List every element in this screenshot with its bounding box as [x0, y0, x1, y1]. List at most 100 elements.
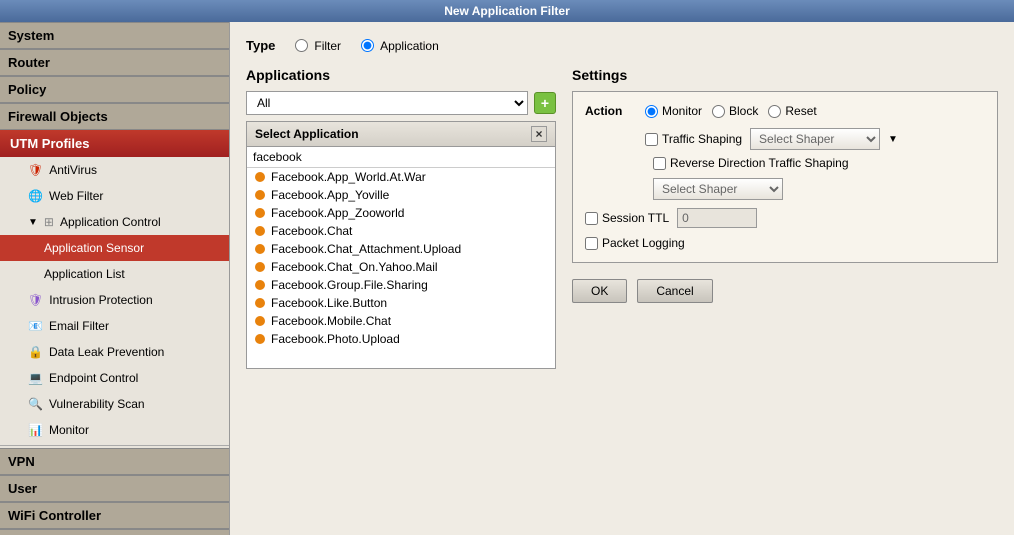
- app-dot-icon: [255, 316, 265, 326]
- monitor-option[interactable]: Monitor: [645, 104, 702, 118]
- traffic-shaping-checkbox-label[interactable]: Traffic Shaping: [645, 132, 742, 146]
- list-item[interactable]: Facebook.Chat_On.Yahoo.Mail: [247, 258, 555, 276]
- session-ttl-checkbox-label[interactable]: Session TTL: [585, 211, 669, 225]
- sidebar-item-log-report[interactable]: Log&Report: [0, 529, 229, 535]
- sidebar-item-vpn[interactable]: VPN: [0, 448, 229, 475]
- app-item-label: Facebook.Group.File.Sharing: [271, 278, 428, 292]
- popup-title: Select Application: [255, 127, 359, 141]
- monitor-radio[interactable]: [645, 105, 658, 118]
- title-bar: New Application Filter: [0, 0, 1014, 22]
- sidebar-item-monitor[interactable]: 📊 Monitor: [0, 417, 229, 443]
- block-option[interactable]: Block: [712, 104, 758, 118]
- reverse-traffic-checkbox-label[interactable]: Reverse Direction Traffic Shaping: [653, 156, 849, 170]
- session-ttl-input[interactable]: [677, 208, 757, 228]
- packet-logging-checkbox[interactable]: [585, 237, 598, 250]
- app-item-label: Facebook.Mobile.Chat: [271, 314, 391, 328]
- reset-label: Reset: [785, 104, 816, 118]
- app-list-label: Application List: [44, 267, 125, 281]
- action-radios: Monitor Block Reset: [645, 104, 817, 118]
- sidebar-item-firewall-objects[interactable]: Firewall Objects: [0, 103, 229, 130]
- antivirus-icon: 🛡: [28, 163, 43, 177]
- ok-button[interactable]: OK: [572, 279, 627, 303]
- traffic-shaping-label: Traffic Shaping: [662, 132, 742, 146]
- sidebar-item-utm-profiles[interactable]: UTM Profiles: [0, 130, 229, 157]
- two-column-layout: Applications All + Select Application ×: [246, 67, 998, 369]
- list-item[interactable]: Facebook.Chat: [247, 222, 555, 240]
- block-radio[interactable]: [712, 105, 725, 118]
- app-control-expand-icon: ▼: [28, 217, 38, 228]
- traffic-shaper-select[interactable]: Select Shaper: [750, 128, 880, 150]
- antivirus-label: AntiVirus: [49, 163, 97, 177]
- reset-option[interactable]: Reset: [768, 104, 816, 118]
- firewall-objects-label: Firewall Objects: [8, 109, 108, 124]
- packet-logging-checkbox-label[interactable]: Packet Logging: [585, 236, 685, 250]
- application-label[interactable]: Application: [380, 39, 439, 53]
- user-label: User: [8, 481, 37, 496]
- web-filter-label: Web Filter: [49, 189, 103, 203]
- list-item[interactable]: Facebook.Group.File.Sharing: [247, 276, 555, 294]
- monitor-label: Monitor: [662, 104, 702, 118]
- app-item-label: Facebook.App_Yoville: [271, 188, 389, 202]
- app-dot-icon: [255, 208, 265, 218]
- sidebar-item-app-control[interactable]: ▼ ⊞ Application Control: [0, 209, 229, 235]
- sidebar-item-wifi[interactable]: WiFi Controller: [0, 502, 229, 529]
- type-row: Type Filter Application: [246, 38, 998, 53]
- sidebar-item-vuln-scan[interactable]: 🔍 Vulnerability Scan: [0, 391, 229, 417]
- list-item[interactable]: Facebook.App_World.At.War: [247, 168, 555, 186]
- sidebar-item-router[interactable]: Router: [0, 49, 229, 76]
- footer-buttons: OK Cancel: [572, 279, 998, 303]
- sidebar-item-policy[interactable]: Policy: [0, 76, 229, 103]
- sidebar-item-antivirus[interactable]: 🛡 AntiVirus: [0, 157, 229, 183]
- settings-content: Action Monitor Block: [573, 92, 997, 262]
- cancel-button[interactable]: Cancel: [637, 279, 712, 303]
- web-filter-icon: 🌐: [28, 189, 43, 203]
- sidebar-item-intrusion[interactable]: 🛡 Intrusion Protection: [0, 287, 229, 313]
- vuln-scan-label: Vulnerability Scan: [49, 397, 145, 411]
- popup-close-button[interactable]: ×: [531, 126, 547, 142]
- sidebar-item-web-filter[interactable]: 🌐 Web Filter: [0, 183, 229, 209]
- reverse-traffic-label: Reverse Direction Traffic Shaping: [670, 156, 849, 170]
- reverse-traffic-row: Reverse Direction Traffic Shaping: [653, 156, 985, 170]
- packet-logging-row: Packet Logging: [585, 236, 985, 250]
- session-ttl-checkbox[interactable]: [585, 212, 598, 225]
- sidebar-item-data-leak[interactable]: 🔒 Data Leak Prevention: [0, 339, 229, 365]
- sidebar-item-app-list[interactable]: Application List: [0, 261, 229, 287]
- app-item-label: Facebook.Like.Button: [271, 296, 387, 310]
- list-item[interactable]: Facebook.Like.Button: [247, 294, 555, 312]
- application-radio[interactable]: [361, 39, 374, 52]
- app-dot-icon: [255, 262, 265, 272]
- settings-panel: Settings Action Monitor: [572, 67, 998, 369]
- sidebar-item-user[interactable]: User: [0, 475, 229, 502]
- traffic-shaping-checkbox[interactable]: [645, 133, 658, 146]
- app-dot-icon: [255, 280, 265, 290]
- reverse-shaper-select[interactable]: Select Shaper: [653, 178, 783, 200]
- monitor-icon: 📊: [28, 423, 43, 437]
- sidebar-item-endpoint[interactable]: 💻 Endpoint Control: [0, 365, 229, 391]
- app-item-label: Facebook.Photo.Upload: [271, 332, 400, 346]
- app-item-label: Facebook.Chat: [271, 224, 352, 238]
- filter-radio[interactable]: [295, 39, 308, 52]
- system-label: System: [8, 28, 54, 43]
- app-item-label: Facebook.App_Zooworld: [271, 206, 404, 220]
- add-icon: +: [541, 95, 549, 111]
- sidebar-item-app-sensor[interactable]: Application Sensor: [0, 235, 229, 261]
- list-item[interactable]: Facebook.Mobile.Chat: [247, 312, 555, 330]
- list-item[interactable]: Facebook.Chat_Attachment.Upload: [247, 240, 555, 258]
- list-item[interactable]: Facebook.App_Yoville: [247, 186, 555, 204]
- apps-filter-dropdown[interactable]: All: [246, 91, 528, 115]
- reverse-traffic-checkbox[interactable]: [653, 157, 666, 170]
- add-application-button[interactable]: +: [534, 92, 556, 114]
- email-filter-label: Email Filter: [49, 319, 109, 333]
- settings-box: Action Monitor Block: [572, 91, 998, 263]
- list-item[interactable]: Facebook.Photo.Upload: [247, 330, 555, 348]
- app-search-input[interactable]: [247, 147, 555, 168]
- sidebar-item-email-filter[interactable]: 📧 Email Filter: [0, 313, 229, 339]
- list-item[interactable]: Facebook.App_Zooworld: [247, 204, 555, 222]
- reset-radio[interactable]: [768, 105, 781, 118]
- sidebar-item-system[interactable]: System: [0, 22, 229, 49]
- app-item-label: Facebook.App_World.At.War: [271, 170, 426, 184]
- session-ttl-row: Session TTL: [585, 208, 985, 228]
- traffic-shaping-row: Traffic Shaping Select Shaper ▼: [645, 128, 985, 150]
- block-label: Block: [729, 104, 758, 118]
- filter-label[interactable]: Filter: [314, 39, 341, 53]
